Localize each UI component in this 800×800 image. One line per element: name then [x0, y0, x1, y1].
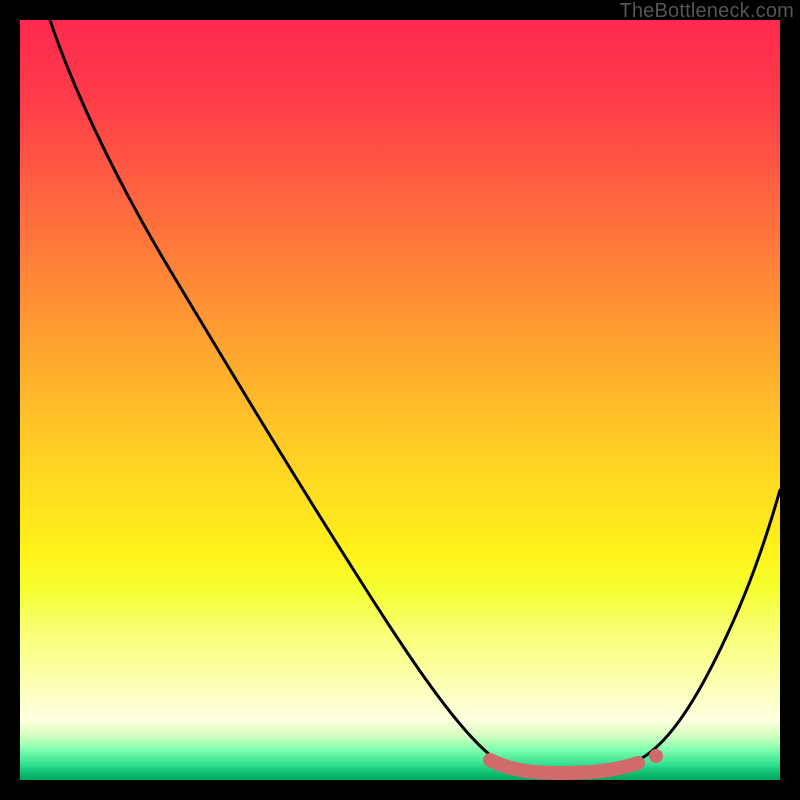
- bottleneck-curve: [50, 20, 780, 772]
- marker-band: [490, 760, 638, 773]
- chart-container: TheBottleneck.com: [0, 0, 800, 800]
- watermark-text: TheBottleneck.com: [619, 0, 794, 23]
- chart-svg: [20, 20, 780, 780]
- plot-area: [20, 20, 780, 780]
- marker-dot: [649, 749, 663, 763]
